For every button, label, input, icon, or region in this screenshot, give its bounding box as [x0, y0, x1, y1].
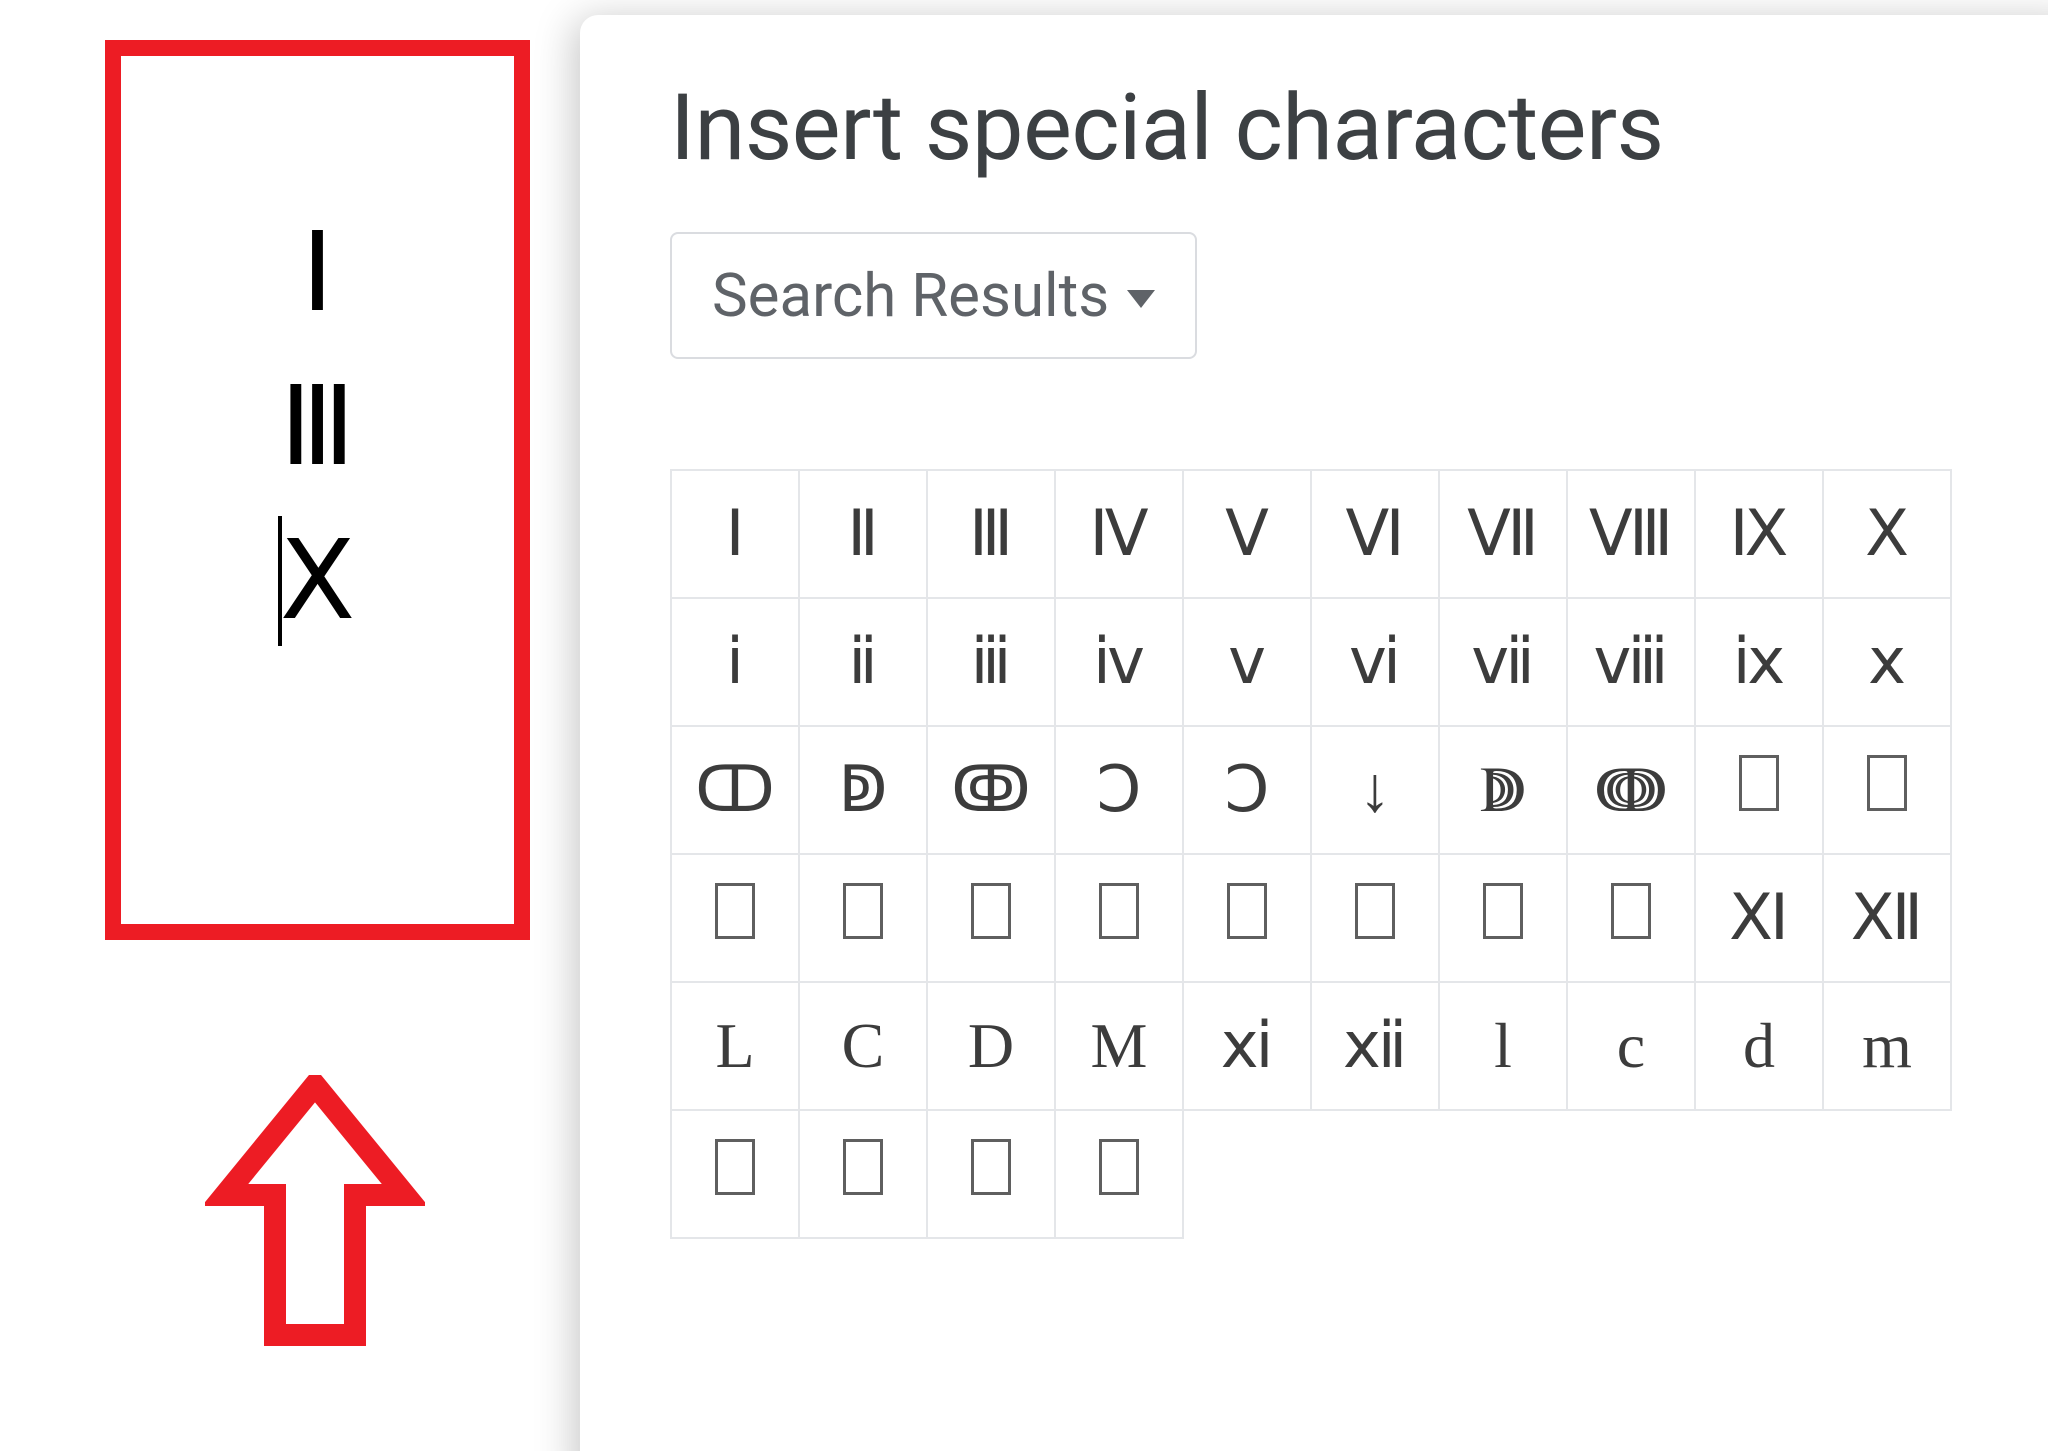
placeholder-glyph-icon [715, 883, 755, 939]
character-cell[interactable] [1311, 854, 1439, 982]
character-cell[interactable]: ⅹ [1823, 598, 1951, 726]
insert-special-characters-dialog: Insert special characters Search Results… [580, 15, 2048, 1451]
character-cell[interactable]: ↀ [671, 726, 799, 854]
character-cell[interactable]: ↓ [1311, 726, 1439, 854]
character-cell[interactable]: d [1695, 982, 1823, 1110]
character-cell[interactable]: ⅶ [1439, 598, 1567, 726]
placeholder-glyph-icon [1355, 883, 1395, 939]
character-cell[interactable]: ⅳ [1055, 598, 1183, 726]
character-cell[interactable] [1823, 726, 1951, 854]
placeholder-glyph-icon [715, 1139, 755, 1195]
character-cell[interactable] [1695, 726, 1823, 854]
character-cell[interactable] [799, 854, 927, 982]
character-cell[interactable]: ⅰ [671, 598, 799, 726]
character-cell[interactable]: ↂ [927, 726, 1055, 854]
character-cell[interactable]: Ⅷ [1567, 470, 1695, 598]
character-cell[interactable] [671, 1110, 799, 1238]
character-cell[interactable]: Ⅳ [1055, 470, 1183, 598]
character-cell[interactable]: ⅻ [1311, 982, 1439, 1110]
character-cell[interactable] [927, 854, 1055, 982]
character-cell[interactable] [799, 1110, 927, 1238]
character-cell[interactable]: ↈ [1567, 726, 1695, 854]
character-cell[interactable]: ↇ [1439, 726, 1567, 854]
character-cell[interactable]: ⅺ [1183, 982, 1311, 1110]
character-cell[interactable]: D [927, 982, 1055, 1110]
character-cell[interactable]: Ⅲ [927, 470, 1055, 598]
character-cell[interactable]: ↁ [799, 726, 927, 854]
character-cell[interactable]: ⅸ [1695, 598, 1823, 726]
character-cell[interactable]: L [671, 982, 799, 1110]
character-cell[interactable]: C [799, 982, 927, 1110]
placeholder-glyph-icon [1867, 755, 1907, 811]
character-cell[interactable]: Ⅶ [1439, 470, 1567, 598]
character-cell[interactable]: l [1439, 982, 1567, 1110]
character-cell[interactable]: Ⅱ [799, 470, 927, 598]
character-cell[interactable]: Ⅵ [1311, 470, 1439, 598]
character-cell[interactable]: Ↄ [1183, 726, 1311, 854]
character-cell[interactable]: Ↄ [1055, 726, 1183, 854]
character-cell[interactable]: ⅲ [927, 598, 1055, 726]
document-line-3: Ⅹ [280, 504, 356, 658]
character-cell[interactable] [671, 854, 799, 982]
arrow-up-annotation-icon [205, 1075, 425, 1359]
character-cell[interactable] [1183, 854, 1311, 982]
category-dropdown[interactable]: Search Results [670, 232, 1197, 359]
category-dropdown-label: Search Results [712, 260, 1109, 331]
document-line-1: Ⅰ [280, 196, 356, 350]
character-cell[interactable] [1567, 854, 1695, 982]
character-cell[interactable]: Ⅰ [671, 470, 799, 598]
chevron-down-icon [1127, 290, 1155, 308]
placeholder-glyph-icon [1483, 883, 1523, 939]
character-cell[interactable] [1055, 1110, 1183, 1238]
placeholder-glyph-icon [1739, 755, 1779, 811]
character-cell[interactable]: ⅷ [1567, 598, 1695, 726]
placeholder-glyph-icon [1611, 883, 1651, 939]
document-snippet-box: Ⅰ Ⅲ Ⅹ [105, 40, 530, 940]
document-line-2: Ⅲ [280, 350, 356, 504]
placeholder-glyph-icon [1099, 883, 1139, 939]
character-cell[interactable]: Ⅸ [1695, 470, 1823, 598]
character-cell[interactable]: m [1823, 982, 1951, 1110]
placeholder-glyph-icon [1227, 883, 1267, 939]
dialog-title: Insert special characters [670, 75, 2043, 182]
character-cell[interactable]: Ⅻ [1823, 854, 1951, 982]
character-cell[interactable] [927, 1110, 1055, 1238]
placeholder-glyph-icon [971, 1139, 1011, 1195]
document-text-area[interactable]: Ⅰ Ⅲ Ⅹ [280, 196, 356, 658]
placeholder-glyph-icon [843, 1139, 883, 1195]
character-cell[interactable]: Ⅺ [1695, 854, 1823, 982]
character-cell[interactable]: ⅴ [1183, 598, 1311, 726]
character-cell[interactable]: ⅱ [799, 598, 927, 726]
character-cell[interactable]: c [1567, 982, 1695, 1110]
placeholder-glyph-icon [843, 883, 883, 939]
placeholder-glyph-icon [1099, 1139, 1139, 1195]
character-cell[interactable]: Ⅹ [1823, 470, 1951, 598]
character-cell[interactable] [1055, 854, 1183, 982]
character-cell[interactable] [1439, 854, 1567, 982]
character-cell[interactable]: M [1055, 982, 1183, 1110]
character-cell[interactable]: ⅵ [1311, 598, 1439, 726]
placeholder-glyph-icon [971, 883, 1011, 939]
character-cell[interactable]: Ⅴ [1183, 470, 1311, 598]
character-grid: ⅠⅡⅢⅣⅤⅥⅦⅧⅨⅩⅰⅱⅲⅳⅴⅵⅶⅷⅸⅹↀↁↂↃↃ↓ↇↈⅪⅫLCDMⅺⅻlcdm [670, 469, 1952, 1239]
text-cursor [278, 516, 282, 646]
